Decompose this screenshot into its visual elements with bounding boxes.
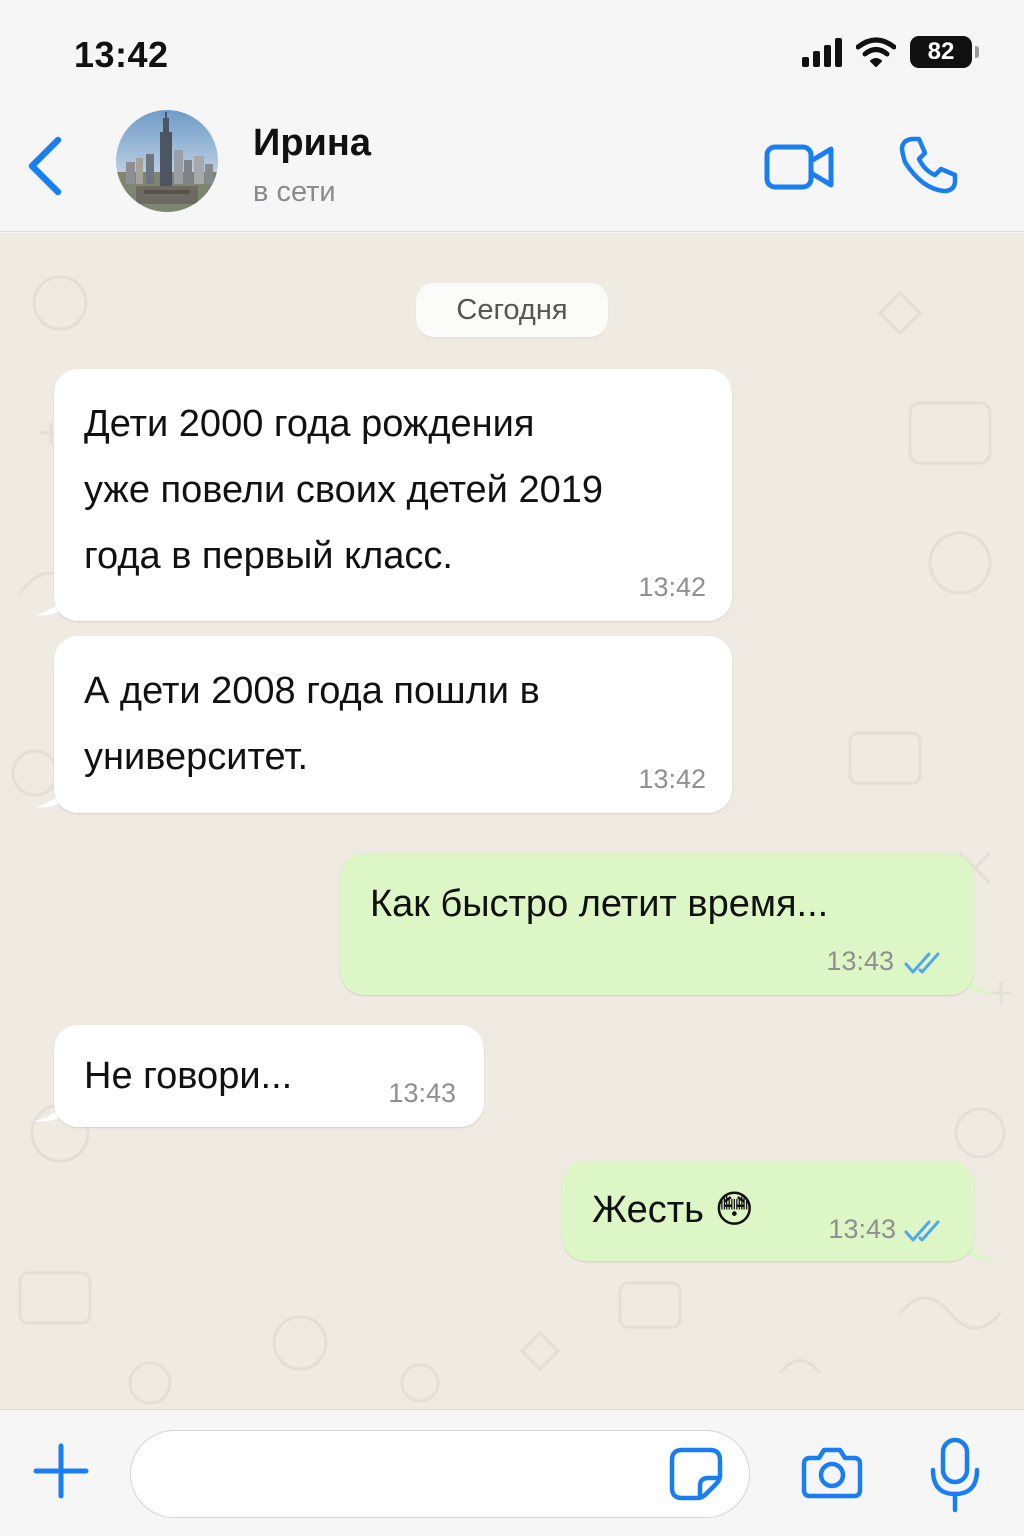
plus-icon[interactable] <box>32 1442 90 1500</box>
phone-icon[interactable] <box>898 134 960 196</box>
contact-name[interactable]: Ирина <box>253 122 371 165</box>
chat-area[interactable]: Сегодня Дети 2000 года рождения уже пове… <box>0 233 1024 1409</box>
message-time: 13:42 <box>638 572 706 602</box>
message-text: Дети 2000 года рождения уже повели своих… <box>84 403 603 577</box>
cellular-signal-icon <box>802 37 842 67</box>
battery-indicator: 82 <box>910 36 979 68</box>
message-text: Жесть 😳 <box>592 1177 754 1243</box>
date-divider: Сегодня <box>416 283 608 337</box>
message-text: Не говори... <box>84 1055 293 1097</box>
sticker-icon[interactable] <box>668 1446 724 1502</box>
flushed-face-emoji: 😳 <box>714 1189 755 1231</box>
read-receipt-icon <box>904 1220 940 1242</box>
camera-icon[interactable] <box>800 1444 864 1500</box>
message-time: 13:43 <box>388 1078 456 1108</box>
chat-header: Ирина в сети <box>0 100 1024 232</box>
status-icons: 82 <box>802 36 979 68</box>
message-time: 13:43 <box>828 1214 896 1244</box>
microphone-icon[interactable] <box>928 1436 982 1516</box>
message-bubble-outgoing[interactable]: Жесть 😳 13:43 <box>562 1161 974 1261</box>
wifi-icon <box>856 37 896 67</box>
read-receipt-icon <box>904 952 940 974</box>
status-bar: 13:42 82 <box>0 0 1024 100</box>
contact-status: в сети <box>253 176 336 208</box>
message-text: Как быстро летит время... <box>370 883 829 925</box>
chevron-left-icon[interactable] <box>22 134 66 198</box>
message-text: А дети 2008 года пошли в университет. <box>84 670 540 778</box>
message-bubble-outgoing[interactable]: Как быстро летит время... 13:43 <box>340 853 974 995</box>
message-input-bar <box>0 1409 1024 1536</box>
status-time: 13:42 <box>74 34 169 75</box>
message-text-body: Жесть <box>592 1189 704 1231</box>
message-input[interactable] <box>130 1430 750 1518</box>
message-time: 13:43 <box>826 946 894 976</box>
message-time: 13:42 <box>638 764 706 794</box>
video-call-icon[interactable] <box>762 138 836 196</box>
message-bubble-incoming[interactable]: А дети 2008 года пошли в университет. 13… <box>54 636 732 813</box>
avatar[interactable] <box>116 110 218 212</box>
message-bubble-incoming[interactable]: Дети 2000 года рождения уже повели своих… <box>54 369 732 621</box>
message-bubble-incoming[interactable]: Не говори... 13:43 <box>54 1025 484 1127</box>
